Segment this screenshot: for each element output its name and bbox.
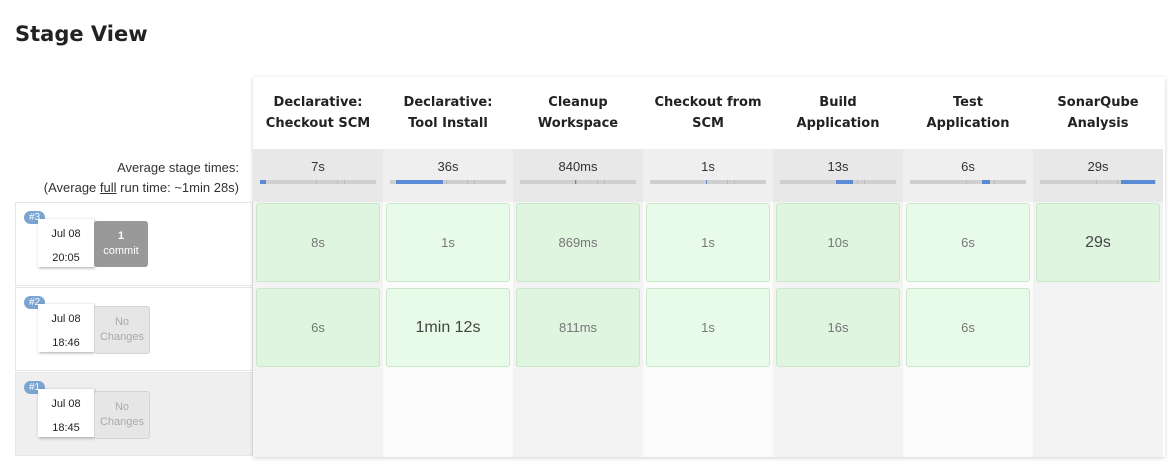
page-title: Stage View <box>15 22 148 46</box>
stage-result-cell[interactable]: 29s <box>1036 203 1160 282</box>
stage-table: Declarative: Checkout SCM 7s 8s 6s Declarativ… <box>253 77 1165 457</box>
stage-result-cell[interactable]: 8s <box>256 203 380 282</box>
average-stage-times-text: Average stage times: <box>117 160 239 175</box>
stage-result-cell[interactable]: 811ms <box>516 288 640 367</box>
stage-column: SonarQube Analysis 29s 29s <box>1033 77 1163 457</box>
stage-column: Build Application 13s 10s 16s <box>773 77 903 457</box>
stage-column: Declarative: Checkout SCM 7s 8s 6s <box>253 77 383 457</box>
average-time-value: 840ms <box>558 159 598 174</box>
stage-result-cell[interactable]: 6s <box>256 288 380 367</box>
stage-column: Test Application 6s 6s 6s <box>903 77 1033 457</box>
no-changes-label: No Changes <box>94 391 150 439</box>
stage-column: Declarative: Tool Install 36s 1s 1min 12s <box>383 77 513 457</box>
stage-result-cell[interactable]: 6s <box>906 288 1030 367</box>
stage-result-cell[interactable]: 869ms <box>516 203 640 282</box>
no-changes-label: No Changes <box>94 306 150 354</box>
average-stage-time: 6s <box>903 149 1033 202</box>
average-time-fill <box>260 180 266 184</box>
average-time-bar <box>910 180 1026 184</box>
run-row-1[interactable]: #1 Jul 08 18:45 No Changes <box>15 372 253 456</box>
average-stage-time: 36s <box>383 149 513 202</box>
stage-result-cell[interactable]: 1min 12s <box>386 288 510 367</box>
stage-result-cell[interactable]: 1s <box>646 203 770 282</box>
average-time-value: 1s <box>701 159 715 174</box>
average-stage-time: 840ms <box>513 149 643 202</box>
stage-header: Checkout from SCM <box>643 77 773 149</box>
stage-result-cell[interactable]: 16s <box>776 288 900 367</box>
average-time-bar <box>520 180 636 184</box>
average-time-bar <box>650 180 766 184</box>
build-date-box: Jul 08 18:46 <box>38 304 94 352</box>
run-row-2[interactable]: #2 Jul 08 18:46 No Changes <box>15 287 253 371</box>
average-times-label: Average stage times: (Average full run t… <box>44 158 239 198</box>
average-time-fill <box>981 180 991 184</box>
changes-button[interactable]: 1 commit <box>94 221 148 267</box>
average-time-fill <box>395 180 444 184</box>
build-date-box: Jul 08 20:05 <box>38 219 94 267</box>
average-time-fill <box>574 180 576 184</box>
stage-column: Cleanup Workspace 840ms 869ms 811ms <box>513 77 643 457</box>
average-time-fill <box>835 180 854 184</box>
average-time-bar <box>260 180 376 184</box>
average-time-value: 6s <box>961 159 975 174</box>
average-time-fill <box>1121 180 1155 184</box>
average-time-value: 29s <box>1087 159 1109 174</box>
average-stage-time: 29s <box>1033 149 1163 202</box>
stage-header: SonarQube Analysis <box>1033 77 1163 149</box>
stage-header: Test Application <box>903 77 1033 149</box>
average-time-bar <box>1040 180 1156 184</box>
run-row-3[interactable]: #3 Jul 08 20:05 1 commit <box>15 202 253 286</box>
average-time-value: 13s <box>827 159 849 174</box>
average-stage-time: 13s <box>773 149 903 202</box>
stage-result-cell[interactable]: 10s <box>776 203 900 282</box>
stage-result-cell[interactable]: 1s <box>646 288 770 367</box>
average-time-fill <box>705 180 707 184</box>
stage-result-cell[interactable]: 1s <box>386 203 510 282</box>
average-time-bar <box>780 180 896 184</box>
stage-column: Checkout from SCM 1s 1s 1s <box>643 77 773 457</box>
stage-header: Build Application <box>773 77 903 149</box>
stage-header: Cleanup Workspace <box>513 77 643 149</box>
average-run-time-text: (Average full run time: ~1min 28s) <box>43 180 239 195</box>
average-time-value: 7s <box>311 159 325 174</box>
build-date-box: Jul 08 18:45 <box>38 389 94 437</box>
average-stage-time: 1s <box>643 149 773 202</box>
stage-header: Declarative: Checkout SCM <box>253 77 383 149</box>
stage-header: Declarative: Tool Install <box>383 77 513 149</box>
average-time-value: 36s <box>437 159 459 174</box>
stage-result-cell[interactable]: 6s <box>906 203 1030 282</box>
average-stage-time: 7s <box>253 149 383 202</box>
average-time-bar <box>390 180 506 184</box>
full-run-link[interactable]: full <box>100 180 117 195</box>
